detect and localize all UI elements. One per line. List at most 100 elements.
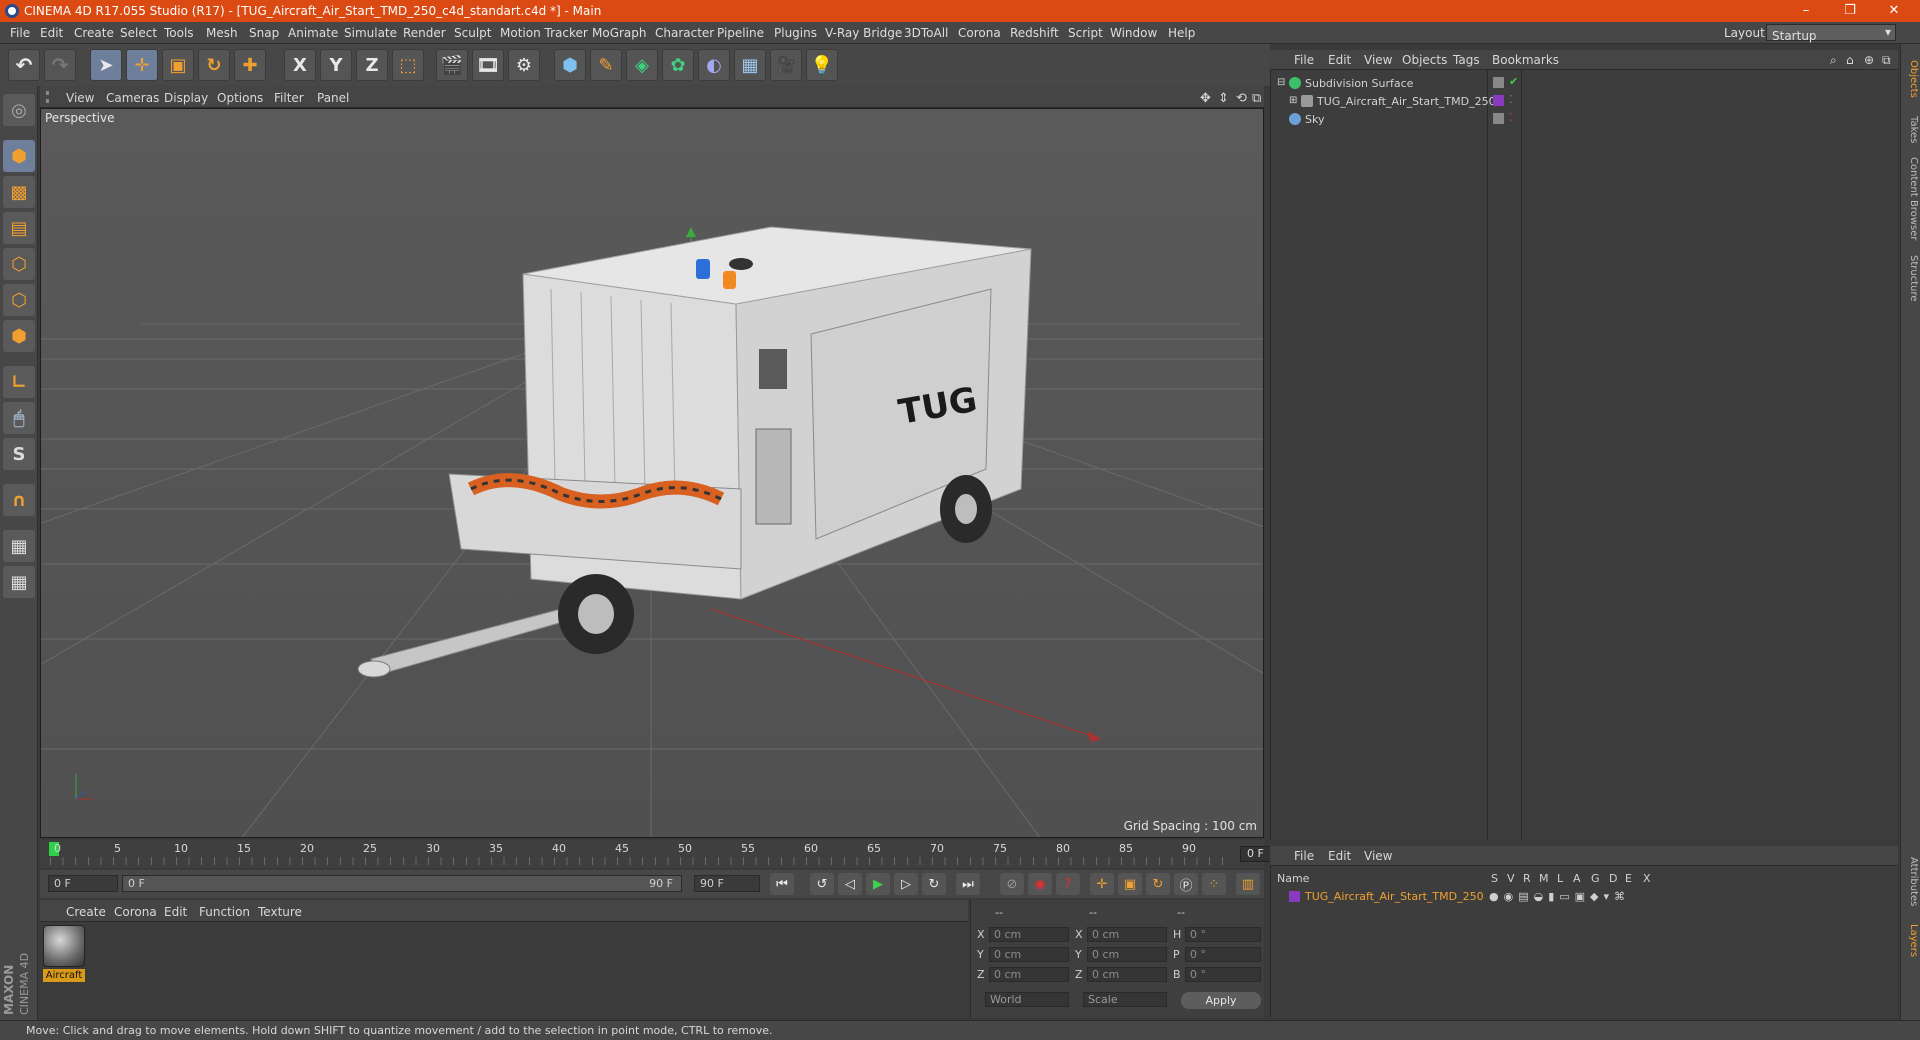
start-frame-field[interactable]: 0 F	[48, 875, 118, 892]
object-row-sky[interactable]: Sky ⁚	[1271, 110, 1899, 128]
close-button[interactable]: ✕	[1874, 2, 1914, 20]
key-parameter-icon[interactable]: Ⓟ	[1174, 873, 1198, 895]
key-rotation-icon[interactable]: ↻	[1146, 873, 1170, 895]
workplane-mode-icon[interactable]: ▤	[3, 212, 35, 244]
menu-character[interactable]: Character	[655, 26, 714, 40]
menu-motion-tracker[interactable]: Motion Tracker	[500, 26, 588, 40]
record-keys-off-icon[interactable]: ⊘	[1000, 873, 1024, 895]
perspective-viewport[interactable]: TUG Perspective Grid Spacing : 100 cm	[40, 108, 1264, 838]
menu-pipeline[interactable]: Pipeline	[717, 26, 764, 40]
menu-mesh[interactable]: Mesh	[206, 26, 238, 40]
visibility-toggle-icon[interactable]	[1493, 77, 1504, 88]
go-to-start-icon[interactable]: ⏮	[770, 873, 794, 895]
render-view-icon[interactable]: 🎬	[436, 49, 468, 81]
home-icon[interactable]: ⌂	[1846, 53, 1854, 67]
layer-color-tag[interactable]	[1493, 95, 1504, 106]
cube-primitive-icon[interactable]: ⬢	[554, 49, 586, 81]
menu-corona[interactable]: Corona	[958, 26, 1001, 40]
menu-snap[interactable]: Snap	[249, 26, 279, 40]
tab-takes[interactable]: Takes	[1903, 110, 1919, 150]
key-scale-icon[interactable]: ▣	[1118, 873, 1142, 895]
viewport-menu-options[interactable]: Options	[217, 91, 263, 105]
menu-redshift[interactable]: Redshift	[1010, 26, 1059, 40]
polygons-mode-icon[interactable]: ⬢	[3, 320, 35, 352]
position-y-field[interactable]: 0 cm	[989, 947, 1069, 962]
magnet-icon[interactable]: ∩	[3, 484, 35, 516]
texture-mode-icon[interactable]: ▩	[3, 176, 35, 208]
menu-edit[interactable]: Edit	[40, 26, 63, 40]
tweak-mode-icon[interactable]: 🖱	[3, 402, 35, 434]
material-menu-create[interactable]: Create	[66, 905, 106, 919]
position-x-field[interactable]: 0 cm	[989, 927, 1069, 942]
menu-file[interactable]: File	[10, 26, 30, 40]
menu-help[interactable]: Help	[1168, 26, 1195, 40]
frame-range-slider[interactable]: 0 F 90 F	[122, 875, 682, 892]
tab-attributes[interactable]: Attributes	[1903, 852, 1919, 912]
coordinate-space-dropdown[interactable]: World	[985, 992, 1069, 1007]
position-z-field[interactable]: 0 cm	[989, 967, 1069, 982]
model-mode-icon[interactable]: ⬢	[3, 140, 35, 172]
expand-icon[interactable]: ⊞	[1289, 95, 1297, 106]
layout-dropdown[interactable]: Startup ▾	[1766, 24, 1896, 43]
previous-frame-icon[interactable]: ◁	[838, 873, 862, 895]
layer-menu-view[interactable]: View	[1364, 849, 1392, 863]
undo-icon[interactable]: ↶	[8, 49, 40, 81]
floor-icon[interactable]: ▦	[734, 49, 766, 81]
viewport-menu-panel[interactable]: Panel	[317, 91, 349, 105]
visibility-dots-icon[interactable]: ⁚	[1509, 93, 1513, 106]
light-icon[interactable]: 💡	[806, 49, 838, 81]
material-name-label[interactable]: Aircraft	[43, 969, 85, 982]
menu-create[interactable]: Create	[74, 26, 114, 40]
autokey-icon[interactable]: ?	[1056, 873, 1080, 895]
menu-tools[interactable]: Tools	[164, 26, 194, 40]
viewport-menu-display[interactable]: Display	[164, 91, 208, 105]
axis-mode-icon[interactable]: ∟	[3, 366, 35, 398]
material-menu-function[interactable]: Function	[199, 905, 250, 919]
layer-row[interactable]: TUG_Aircraft_Air_Start_TMD_250 ●◉▤◒▮▭▣◆▾…	[1271, 888, 1899, 906]
next-frame-icon[interactable]: ▷	[894, 873, 918, 895]
subdivision-icon[interactable]: ◈	[626, 49, 658, 81]
select-cursor-icon[interactable]: ➤	[90, 49, 122, 81]
deformer-icon[interactable]: ◐	[698, 49, 730, 81]
menu-animate[interactable]: Animate	[288, 26, 338, 40]
object-menu-view[interactable]: View	[1364, 53, 1392, 67]
menu-sculpt[interactable]: Sculpt	[454, 26, 491, 40]
layer-menu-edit[interactable]: Edit	[1328, 849, 1351, 863]
menu-select[interactable]: Select	[120, 26, 157, 40]
x-axis-icon[interactable]: X	[284, 49, 316, 81]
menu-simulate[interactable]: Simulate	[344, 26, 397, 40]
pen-spline-icon[interactable]: ✎	[590, 49, 622, 81]
enabled-check-icon[interactable]: ✔	[1509, 75, 1518, 88]
menu-plugins[interactable]: Plugins	[774, 26, 817, 40]
array-icon[interactable]: ✿	[662, 49, 694, 81]
rotation-b-field[interactable]: 0 °	[1185, 967, 1261, 982]
scale-icon[interactable]: ▣	[162, 49, 194, 81]
menu-window[interactable]: Window	[1110, 26, 1157, 40]
rotation-p-field[interactable]: 0 °	[1185, 947, 1261, 962]
minimize-button[interactable]: –	[1786, 2, 1826, 20]
end-frame-field[interactable]: 90 F	[694, 875, 760, 892]
new-object-manager-icon[interactable]: ⊕	[1864, 53, 1874, 67]
viewport-rotate-icon[interactable]: ⟲	[1236, 91, 1247, 106]
tab-objects[interactable]: Objects	[1903, 54, 1919, 104]
expand-icon[interactable]: ⊟	[1277, 77, 1285, 88]
menu-mograph[interactable]: MoGraph	[592, 26, 647, 40]
search-icon[interactable]: ⌕	[1830, 53, 1837, 68]
live-select-icon[interactable]: ✚	[234, 49, 266, 81]
rotation-h-field[interactable]: 0 °	[1185, 927, 1261, 942]
timeline-ruler[interactable]: 0 5 10 15 20 25 30 35 40 45 50 55 60 65 …	[40, 840, 1302, 868]
object-menu-objects[interactable]: Objects	[1402, 53, 1447, 67]
z-axis-icon[interactable]: Z	[356, 49, 388, 81]
edit-render-settings-icon[interactable]: ⚙	[508, 49, 540, 81]
key-point-level-icon[interactable]: ⁘	[1202, 873, 1226, 895]
menu-3dtoall[interactable]: 3DToAll	[904, 26, 948, 40]
menu-script[interactable]: Script	[1068, 26, 1103, 40]
tab-structure[interactable]: Structure	[1903, 248, 1919, 308]
points-mode-icon[interactable]: ⬡	[3, 248, 35, 280]
size-x-field[interactable]: 0 cm	[1087, 927, 1167, 942]
layer-color-swatch[interactable]	[1289, 891, 1300, 902]
tab-content-browser[interactable]: Content Browser	[1903, 154, 1919, 244]
layer-flag-icons[interactable]: ●◉▤◒▮▭▣◆▾⌘	[1489, 890, 1630, 903]
rotate-icon[interactable]: ↻	[198, 49, 230, 81]
menu-render[interactable]: Render	[403, 26, 446, 40]
